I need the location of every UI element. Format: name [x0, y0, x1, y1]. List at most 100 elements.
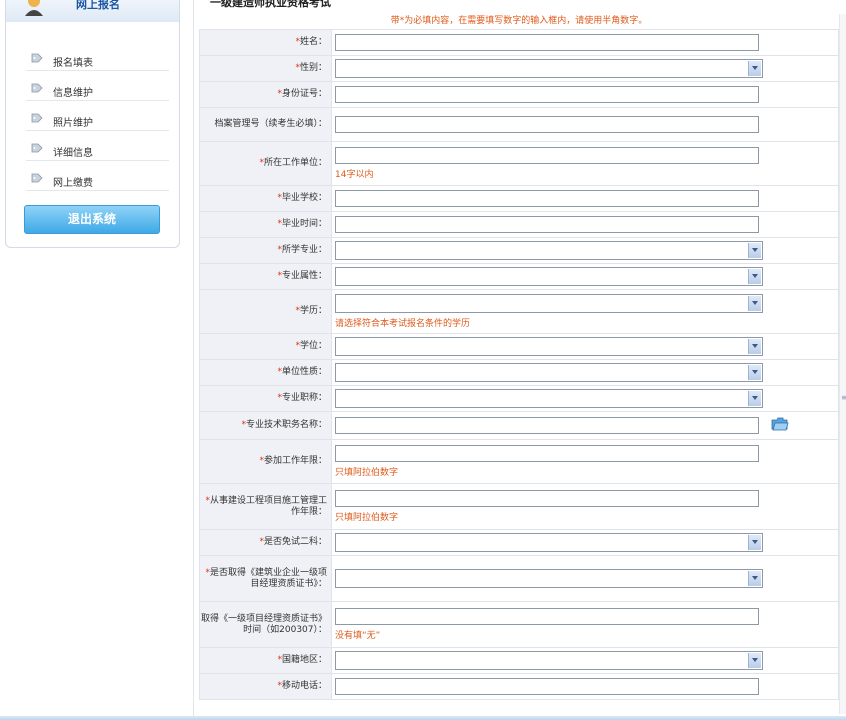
sidebar-item[interactable]: 网上缴费	[6, 168, 179, 198]
field-cell	[331, 29, 839, 56]
select-field[interactable]	[335, 294, 763, 313]
sidebar-item-label: 信息维护	[53, 88, 93, 99]
select-field[interactable]	[335, 267, 763, 286]
chevron-down-icon[interactable]	[748, 296, 761, 311]
field-cell	[331, 411, 839, 440]
select-field[interactable]	[335, 241, 763, 260]
sidebar-item-label: 网上缴费	[53, 178, 93, 189]
sidebar: 网上报名 报名填表信息维护照片维护详细信息网上缴费 退出系统	[5, 0, 180, 248]
text-input[interactable]	[335, 608, 759, 625]
chevron-down-icon[interactable]	[748, 365, 761, 380]
field-cell	[331, 211, 839, 238]
field-hint: 只填阿拉伯数字	[335, 468, 399, 478]
chevron-down-icon[interactable]	[748, 243, 761, 258]
sidebar-divider	[26, 100, 169, 101]
select-field[interactable]	[335, 389, 763, 408]
field-label-text: 专业职称：	[281, 393, 327, 403]
form-row: *是否取得《建筑业企业一级项目经理资质证书》：	[199, 555, 839, 602]
select-field[interactable]	[335, 533, 763, 552]
text-input[interactable]	[335, 445, 759, 462]
field-cell	[331, 185, 839, 212]
field-label: *是否取得《建筑业企业一级项目经理资质证书》：	[199, 555, 332, 602]
field-cell: 14字以内	[331, 141, 839, 186]
text-input[interactable]	[335, 216, 759, 233]
sidebar-item-label: 照片维护	[53, 118, 93, 129]
chevron-down-icon[interactable]	[748, 391, 761, 406]
form-row: *专业属性：	[199, 263, 839, 290]
field-hint: 请选择符合本考试报名条件的学历	[335, 319, 471, 329]
form-row: *所在工作单位： 14字以内	[199, 141, 839, 186]
form-row: *学位：	[199, 333, 839, 360]
sidebar-item[interactable]: 信息维护	[6, 78, 179, 108]
form-row: *专业技术职务名称：	[199, 411, 839, 440]
text-input[interactable]	[335, 86, 759, 103]
chevron-down-icon[interactable]	[748, 61, 761, 76]
select-field[interactable]	[335, 337, 763, 356]
select-field[interactable]	[335, 569, 763, 588]
field-cell: 只填阿拉伯数字	[331, 439, 839, 484]
form-row: 档案管理号（续考生必填）：	[199, 107, 839, 142]
text-input[interactable]	[335, 678, 759, 695]
folder-picker-icon[interactable]	[771, 417, 789, 431]
select-field[interactable]	[335, 363, 763, 382]
field-label: *移动电话：	[199, 673, 332, 700]
field-cell	[331, 647, 839, 674]
sidebar-divider	[26, 160, 169, 161]
field-label: *专业职称：	[199, 385, 332, 412]
select-field[interactable]	[335, 651, 763, 670]
field-cell	[331, 237, 839, 264]
field-label: *从事建设工程项目施工管理工作年限：	[199, 483, 332, 530]
field-label-text: 是否免试二科：	[263, 537, 327, 547]
sidebar-item[interactable]: 照片维护	[6, 108, 179, 138]
field-label-text: 参加工作年限：	[263, 456, 327, 466]
select-field[interactable]	[335, 59, 763, 78]
field-label: *国籍地区：	[199, 647, 332, 674]
text-input[interactable]	[335, 417, 759, 434]
tag-icon	[31, 83, 43, 93]
text-input[interactable]	[335, 490, 759, 507]
sidebar-item[interactable]: 详细信息	[6, 138, 179, 168]
sidebar-item[interactable]: 报名填表	[6, 48, 179, 78]
chevron-down-icon[interactable]	[748, 535, 761, 550]
field-label: *毕业时间：	[199, 211, 332, 238]
field-label: *所学专业：	[199, 237, 332, 264]
chevron-down-icon[interactable]	[748, 653, 761, 668]
form-row: *参加工作年限： 只填阿拉伯数字	[199, 439, 839, 484]
field-label: *学位：	[199, 333, 332, 360]
sidebar-menu: 报名填表信息维护照片维护详细信息网上缴费	[6, 48, 179, 198]
sidebar-header: 网上报名	[6, 0, 179, 22]
field-label-text: 学位：	[299, 341, 327, 351]
text-input[interactable]	[335, 116, 759, 133]
form-row: 取得《一级项目经理资质证书》时间（如200307）： 没有填“无”	[199, 601, 839, 648]
field-label: *参加工作年限：	[199, 439, 332, 484]
chevron-down-icon[interactable]	[748, 269, 761, 284]
field-label: *身份证号：	[199, 81, 332, 108]
logout-button[interactable]: 退出系统	[24, 205, 160, 234]
form-row: *性别：	[199, 55, 839, 82]
form-row: *毕业学校：	[199, 185, 839, 212]
text-input[interactable]	[335, 147, 759, 164]
sidebar-divider	[26, 190, 169, 191]
chevron-down-icon[interactable]	[748, 571, 761, 586]
field-hint: 没有填“无”	[335, 631, 381, 641]
form-row: *从事建设工程项目施工管理工作年限： 只填阿拉伯数字	[199, 483, 839, 530]
field-label-text: 姓名：	[299, 37, 327, 47]
field-cell	[331, 263, 839, 290]
field-label-text: 是否取得《建筑业企业一级项目经理资质证书》：	[209, 567, 327, 589]
text-input[interactable]	[335, 34, 759, 51]
field-cell: 没有填“无”	[331, 601, 839, 648]
scrollbar[interactable]	[839, 14, 846, 714]
field-label-text: 专业属性：	[281, 271, 327, 281]
sidebar-item-label: 详细信息	[53, 148, 93, 159]
user-avatar-icon	[25, 0, 43, 16]
field-label-text: 毕业时间：	[281, 219, 327, 229]
field-label: 取得《一级项目经理资质证书》时间（如200307）：	[199, 601, 332, 648]
field-cell: 只填阿拉伯数字	[331, 483, 839, 530]
field-cell	[331, 673, 839, 700]
sidebar-divider	[26, 70, 169, 71]
chevron-down-icon[interactable]	[748, 339, 761, 354]
field-label-text: 所在工作单位：	[263, 158, 327, 168]
text-input[interactable]	[335, 190, 759, 207]
tag-icon	[31, 53, 43, 63]
form-row: *国籍地区：	[199, 647, 839, 674]
